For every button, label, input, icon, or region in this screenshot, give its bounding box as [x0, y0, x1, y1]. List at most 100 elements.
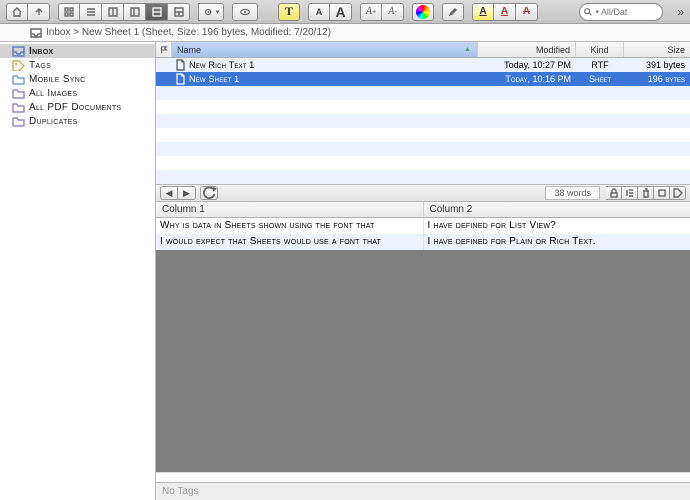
- view-split-button[interactable]: [146, 3, 168, 21]
- sheet-header: Column 1 Column 2: [156, 202, 690, 218]
- ms-box-button[interactable]: [654, 186, 670, 200]
- font-smaller-button[interactable]: A: [308, 3, 330, 21]
- lock-button[interactable]: [606, 186, 622, 200]
- col-name[interactable]: Name ▲: [172, 42, 478, 57]
- file-row-empty: [156, 170, 690, 184]
- breadcrumb: Inbox > New Sheet 1 (Sheet, Size: 196 by…: [0, 24, 690, 42]
- view-icons-button[interactable]: [58, 3, 80, 21]
- sidebar-item-label: Inbox: [29, 46, 54, 57]
- sidebar-item-mobile-sync[interactable]: Mobile Sync: [0, 72, 155, 86]
- col-kind-label: Kind: [590, 45, 608, 55]
- smart-folder-icon: [12, 102, 25, 113]
- filelist-header: Name ▲ Modified Kind Size: [156, 42, 690, 58]
- sidebar-item-label: Tags: [29, 60, 51, 71]
- tag-bar[interactable]: No Tags: [156, 482, 690, 500]
- nav-fwd-button[interactable]: ▶: [178, 186, 196, 200]
- a-plus-icon: A+: [366, 6, 376, 17]
- col-name-label: Name: [177, 45, 201, 55]
- sheet-rows: Why is data in Sheets shown using the fo…: [156, 218, 690, 250]
- ms-tag-button[interactable]: [670, 186, 686, 200]
- strike-a-icon: A: [523, 6, 530, 17]
- underline-button[interactable]: A: [494, 3, 516, 21]
- sheet-cell[interactable]: I have defined for List View?: [424, 218, 690, 234]
- ms-list-button[interactable]: [622, 186, 638, 200]
- mid-strip: ◀ ▶ 38 words: [156, 184, 690, 202]
- trash-icon: [641, 188, 651, 198]
- file-row[interactable]: New Sheet 1 Today, 10:16 PM Sheet 196 by…: [156, 72, 690, 86]
- search-input[interactable]: [601, 7, 655, 17]
- highlight-a-button[interactable]: A: [472, 3, 494, 21]
- sheet-row[interactable]: I would expect that Sheets would use a f…: [156, 234, 690, 250]
- sheet-col-1-label: Column 1: [162, 204, 205, 215]
- view-coverflow-button[interactable]: [124, 3, 146, 21]
- ul-a-icon: A: [501, 6, 508, 17]
- edit-button[interactable]: [442, 3, 464, 21]
- highlight-text-button[interactable]: T: [278, 3, 300, 21]
- sidebar-item-label: All Images: [29, 88, 77, 99]
- nav-back-button[interactable]: ◀: [160, 186, 178, 200]
- file-size: 196 bytes: [624, 74, 690, 84]
- ms-trash-button[interactable]: [638, 186, 654, 200]
- action-menu-button[interactable]: ▾: [198, 3, 224, 21]
- view-list-button[interactable]: [80, 3, 102, 21]
- grid-icon: [63, 6, 75, 18]
- sidebar: Inbox Tags Mobile Sync All Images All PD…: [0, 42, 156, 500]
- sheet-col-2-label: Column 2: [430, 204, 473, 215]
- breadcrumb-text: Inbox > New Sheet 1 (Sheet, Size: 196 by…: [46, 27, 331, 38]
- hl-a-icon: A: [479, 6, 486, 17]
- file-name: New Rich Text 1: [189, 60, 255, 70]
- sidebar-item-all-pdf[interactable]: All PDF Documents: [0, 100, 155, 114]
- document-icon: [175, 59, 185, 71]
- a-small-icon: A: [316, 7, 323, 17]
- up-arrow-icon: [33, 6, 45, 18]
- tag-icon: [12, 60, 25, 71]
- sheet-row[interactable]: Why is data in Sheets shown using the fo…: [156, 218, 690, 234]
- a-big-icon: A: [335, 4, 345, 20]
- action-group: ▾: [198, 3, 224, 21]
- col-size-label: Size: [667, 45, 685, 55]
- col-modified[interactable]: Modified: [478, 42, 576, 57]
- col-size[interactable]: Size: [624, 42, 690, 57]
- font-plus-button[interactable]: A+: [360, 3, 382, 21]
- font-minus-button[interactable]: A-: [382, 3, 404, 21]
- view-columns-button[interactable]: [102, 3, 124, 21]
- toolbar: ▾ T A A A+ A- A A A ▾ »: [0, 0, 690, 24]
- filelist-body: New Rich Text 1 Today, 10:27 PM RTF 391 …: [156, 58, 690, 184]
- toolbar-overflow-button[interactable]: »: [677, 5, 684, 19]
- main-split: Inbox Tags Mobile Sync All Images All PD…: [0, 42, 690, 500]
- strike-button[interactable]: A: [516, 3, 538, 21]
- sidebar-item-inbox[interactable]: Inbox: [0, 44, 155, 58]
- file-row-empty: [156, 156, 690, 170]
- reload-button[interactable]: [200, 186, 218, 200]
- nav-group: [6, 3, 50, 21]
- columns-icon: [107, 6, 119, 18]
- home-button[interactable]: [6, 3, 28, 21]
- sidebar-item-duplicates[interactable]: Duplicates: [0, 114, 155, 128]
- box-icon: [657, 188, 667, 198]
- file-name: New Sheet 1: [189, 74, 239, 84]
- gap: [156, 472, 690, 482]
- tag-icon: [673, 188, 683, 198]
- document-icon: [175, 73, 185, 85]
- sheet-cell[interactable]: I have defined for Plain or Rich Text.: [424, 234, 690, 250]
- color-picker-button[interactable]: [412, 3, 434, 21]
- sheet-cell[interactable]: I would expect that Sheets would use a f…: [156, 234, 424, 250]
- sidebar-item-all-images[interactable]: All Images: [0, 86, 155, 100]
- sheet-col-1[interactable]: Column 1: [156, 202, 424, 217]
- sheet-col-2[interactable]: Column 2: [424, 202, 690, 217]
- col-kind[interactable]: Kind: [576, 42, 624, 57]
- up-button[interactable]: [28, 3, 50, 21]
- search-field[interactable]: ▾: [579, 3, 663, 21]
- col-flag[interactable]: [156, 42, 172, 57]
- file-size: 391 bytes: [624, 60, 690, 70]
- sheet-body[interactable]: [156, 250, 690, 472]
- file-row-empty: [156, 100, 690, 114]
- quicklook-button[interactable]: [232, 3, 258, 21]
- search-icon: [583, 7, 593, 17]
- font-larger-button[interactable]: A: [330, 3, 352, 21]
- view-threepane-button[interactable]: [168, 3, 190, 21]
- sheet-cell[interactable]: Why is data in Sheets shown using the fo…: [156, 218, 424, 234]
- inbox-icon: [12, 46, 25, 57]
- file-row[interactable]: New Rich Text 1 Today, 10:27 PM RTF 391 …: [156, 58, 690, 72]
- sidebar-item-tags[interactable]: Tags: [0, 58, 155, 72]
